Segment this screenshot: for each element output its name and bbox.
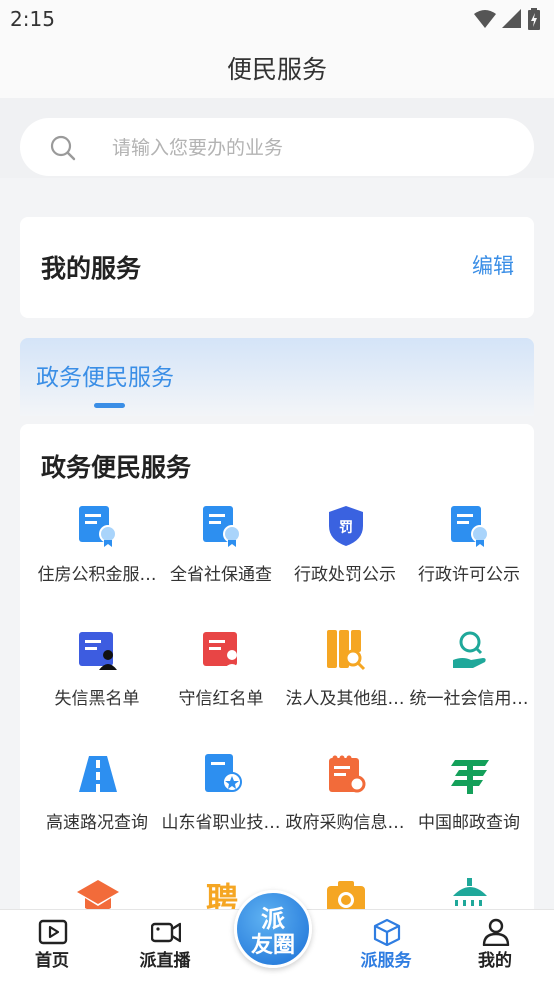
status-bar: 2:15 bbox=[0, 0, 554, 40]
china-post-icon bbox=[451, 760, 489, 794]
certificate-blue-icon bbox=[79, 506, 117, 547]
credit-search-hand-icon bbox=[453, 631, 486, 668]
battery-icon bbox=[528, 8, 540, 30]
my-service-card: 我的服务 编辑 bbox=[20, 217, 534, 318]
service-item-redlist[interactable]: 守信红名单 bbox=[159, 628, 283, 728]
penalty-shield-icon: 罚 bbox=[329, 506, 363, 546]
section-title: 政务便民服务 bbox=[41, 453, 192, 482]
wifi-icon bbox=[474, 10, 496, 28]
redlist-icon bbox=[203, 632, 241, 670]
category-tabs: 政务便民服务 bbox=[20, 338, 534, 416]
nav-live[interactable]: 派直播 bbox=[115, 910, 215, 984]
service-item-vocational[interactable]: 山东省职业技… bbox=[159, 752, 283, 852]
status-time: 2:15 bbox=[10, 7, 55, 31]
certificate-blue-icon bbox=[451, 506, 489, 547]
nav-home[interactable]: 首页 bbox=[2, 910, 102, 984]
search-area: 请输入您要办的业务 bbox=[0, 98, 554, 178]
edit-button[interactable]: 编辑 bbox=[472, 250, 514, 280]
page-title: 便民服务 bbox=[226, 55, 327, 84]
center-button-line2: 友圈 bbox=[250, 933, 295, 958]
service-item-admin-license[interactable]: 行政许可公示 bbox=[407, 504, 531, 604]
service-item-china-post[interactable]: 中国邮政查询 bbox=[407, 752, 531, 852]
video-camera-icon bbox=[151, 922, 181, 943]
certificate-blue-icon bbox=[203, 506, 241, 547]
search-input[interactable]: 请输入您要办的业务 bbox=[20, 118, 534, 176]
blacklist-icon bbox=[79, 632, 117, 670]
search-placeholder: 请输入您要办的业务 bbox=[112, 137, 284, 159]
service-item-credit-code[interactable]: 统一社会信用… bbox=[407, 628, 531, 728]
service-item-social-security[interactable]: 全省社保通查 bbox=[159, 504, 283, 604]
search-icon bbox=[50, 135, 76, 161]
svg-text:罚: 罚 bbox=[339, 520, 353, 536]
nav-mine[interactable]: 我的 bbox=[445, 910, 545, 984]
play-box-icon bbox=[38, 919, 68, 945]
highway-icon bbox=[79, 756, 117, 792]
service-item-procurement[interactable]: 政府采购信息… bbox=[283, 752, 407, 852]
certificate-star-icon bbox=[205, 754, 242, 792]
cell-signal-icon bbox=[502, 9, 521, 28]
moments-center-button[interactable]: 派 友圈 bbox=[234, 890, 312, 968]
cube-icon bbox=[373, 918, 401, 946]
tab-indicator bbox=[94, 403, 125, 408]
title-bar: 便民服务 bbox=[0, 40, 554, 98]
document-search-icon bbox=[327, 630, 366, 671]
service-item-legal-entity[interactable]: 法人及其他组… bbox=[283, 628, 407, 728]
service-item-highway[interactable]: 高速路况查询 bbox=[35, 752, 159, 852]
service-item-admin-penalty[interactable]: 罚 行政处罚公示 bbox=[283, 504, 407, 604]
user-icon bbox=[482, 918, 510, 946]
nav-service[interactable]: 派服务 bbox=[336, 910, 436, 984]
my-service-title: 我的服务 bbox=[41, 254, 142, 283]
service-item-housing-fund[interactable]: 住房公积金服… bbox=[35, 504, 159, 604]
tab-government-service[interactable]: 政务便民服务 bbox=[36, 358, 174, 392]
service-item-blacklist[interactable]: 失信黑名单 bbox=[35, 628, 159, 728]
procurement-icon bbox=[329, 755, 366, 793]
